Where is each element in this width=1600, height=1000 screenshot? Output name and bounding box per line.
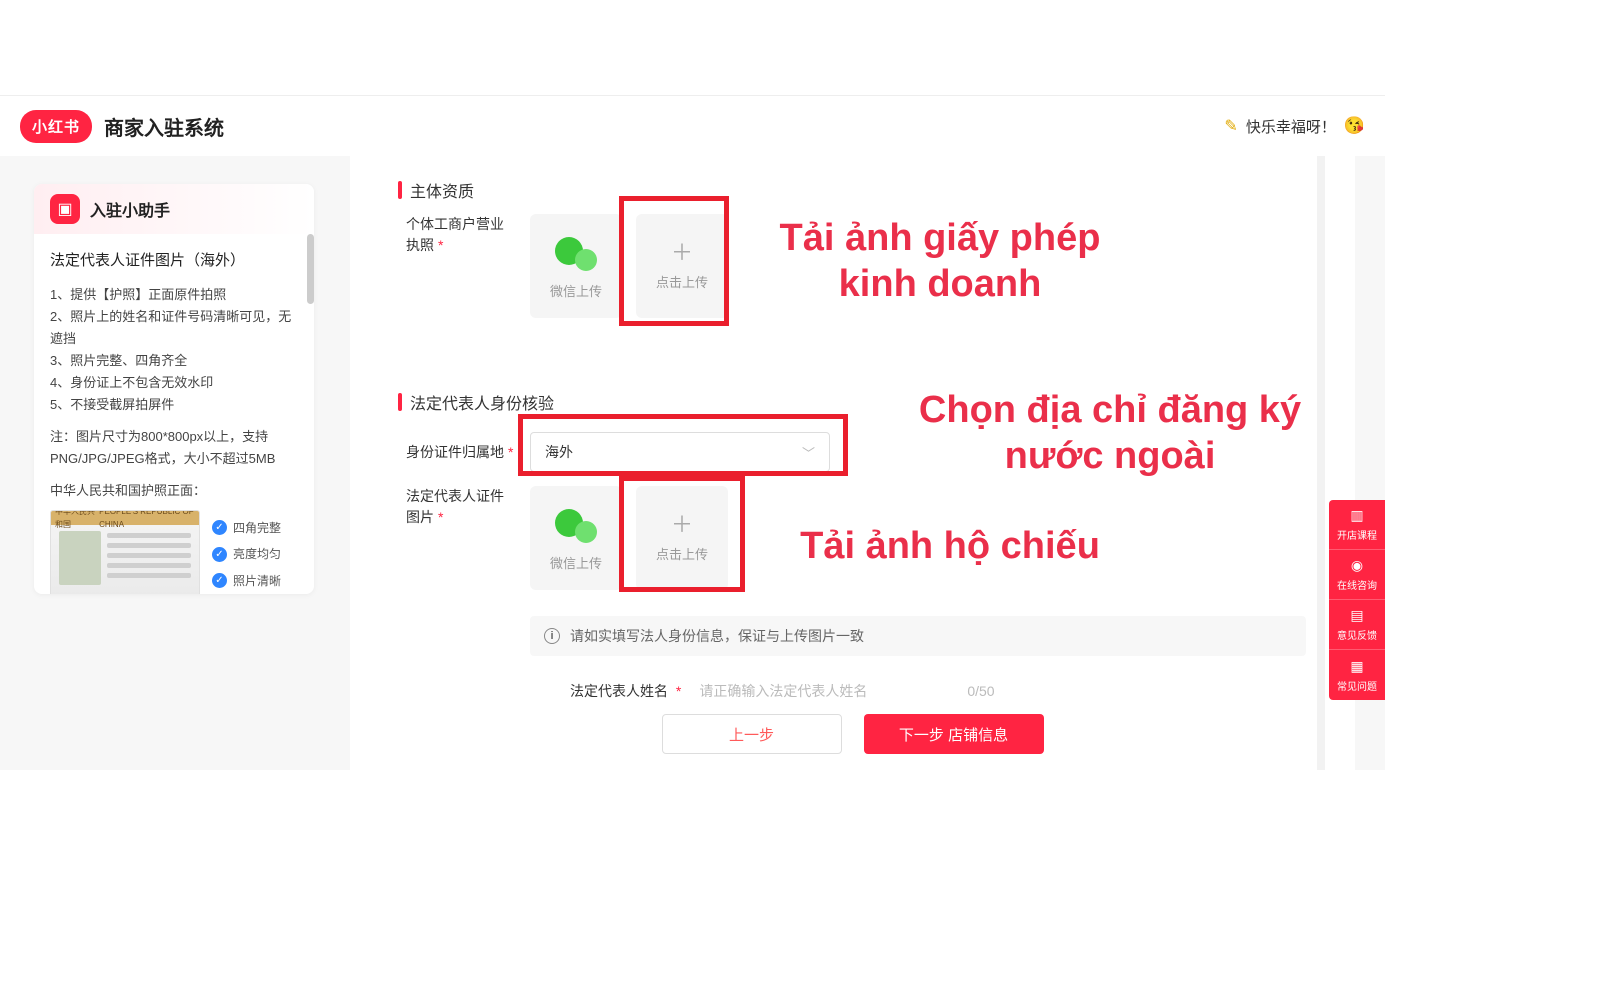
user-avatar-emoji-icon: 😘 [1344, 116, 1365, 136]
wechat-upload-label: 微信上传 [550, 281, 602, 300]
annotation-box-passport-upload [619, 476, 745, 592]
tip-item: 3、照片完整、四角齐全 [50, 350, 298, 372]
side-item-consult[interactable]: ◉在线咨询 [1329, 550, 1385, 600]
assistant-section-title: 法定代表人证件图片（海外） [50, 248, 298, 274]
headset-icon: ◉ [1351, 557, 1363, 574]
tip-item: 4、身份证上不包含无效水印 [50, 372, 298, 394]
check-icon: ✓ [212, 547, 227, 562]
info-icon: i [544, 628, 560, 644]
assistant-header: ▣ 入驻小助手 [34, 184, 314, 234]
assistant-body: 法定代表人证件图片（海外） 1、提供【护照】正面原件拍照 2、照片上的姓名和证件… [34, 234, 314, 594]
assistant-sidebar: ▣ 入驻小助手 法定代表人证件图片（海外） 1、提供【护照】正面原件拍照 2、照… [34, 184, 314, 594]
wechat-icon [555, 233, 597, 273]
assistant-title: 入驻小助手 [90, 197, 170, 221]
header-user[interactable]: ✎ 快乐幸福呀！ 😘 [1224, 116, 1365, 137]
faq-icon: ▦ [1350, 658, 1363, 675]
section-identity-verification: 法定代表人身份核验 [398, 390, 554, 414]
info-banner-text: 请如实填写法人身份信息，保证与上传图片一致 [570, 626, 864, 646]
annotation-text-passport: Tải ảnh hộ chiếu [770, 524, 1130, 570]
wechat-upload-label: 微信上传 [550, 553, 602, 572]
side-item-courses[interactable]: ▥开店课程 [1329, 500, 1385, 550]
passport-caption: 中华人民共和国护照正面： [50, 480, 298, 502]
check-label: 四角完整 [233, 518, 281, 538]
check-label: 亮度均匀 [233, 544, 281, 564]
annotation-box-select-region [518, 414, 848, 476]
blank-topbar [0, 0, 1385, 96]
annotation-text-license: Tải ảnh giấy phép kinh doanh [760, 216, 1120, 307]
feedback-icon: ▤ [1350, 607, 1363, 624]
wechat-upload-box[interactable]: 微信上传 [530, 214, 622, 318]
tip-item: 1、提供【护照】正面原件拍照 [50, 284, 298, 306]
check-icon: ✓ [212, 573, 227, 588]
user-greeting: 快乐幸福呀！ [1246, 116, 1336, 137]
passport-checks: ✓ 四角完整 ✓ 亮度均匀 ✓ 照片清晰 [212, 518, 281, 591]
header-title: 商家入驻系统 [104, 112, 224, 141]
side-item-feedback[interactable]: ▤意见反馈 [1329, 600, 1385, 650]
tip-item: 5、不接受截屏拍屏件 [50, 394, 298, 416]
tip-item: 2、照片上的姓名和证件号码清晰可见，无遮挡 [50, 306, 298, 350]
logo-pill: 小红书 [20, 110, 92, 143]
input-rep-name[interactable]: 请正确输入法定代表人姓名 [699, 681, 949, 701]
rep-name-charcount: 0/50 [967, 683, 994, 699]
prev-button[interactable]: 上一步 [662, 714, 842, 754]
footer-buttons: 上一步 下一步 店铺信息 [350, 714, 1355, 754]
content-area: ▣ 入驻小助手 法定代表人证件图片（海外） 1、提供【护照】正面原件拍照 2、照… [0, 156, 1385, 770]
tip-note: 注：图片尺寸为800*800px以上，支持PNG/JPG/JPEG格式，大小不超… [50, 426, 298, 470]
label-id-region: 身份证件归属地* [406, 442, 516, 463]
label-rep-photo: 法定代表人证件图片* [406, 486, 516, 528]
info-banner: i 请如实填写法人身份信息，保证与上传图片一致 [530, 616, 1306, 656]
pencil-icon: ✎ [1224, 116, 1237, 136]
app-header: 小红书 商家入驻系统 ✎ 快乐幸福呀！ 😘 [0, 96, 1385, 156]
row-rep-name: 法定代表人姓名 * 请正确输入法定代表人姓名 0/50 [570, 681, 995, 701]
wechat-icon [555, 505, 597, 545]
side-item-faq[interactable]: ▦常见问题 [1329, 650, 1385, 700]
annotation-text-region: Chọn địa chỉ đăng ký nước ngoài [870, 388, 1350, 479]
floating-side-panel: ▥开店课程 ◉在线咨询 ▤意见反馈 ▦常见问题 [1329, 500, 1385, 700]
wechat-upload-box-2[interactable]: 微信上传 [530, 486, 622, 590]
label-business-license: 个体工商户营业执照* [406, 214, 516, 256]
next-button[interactable]: 下一步 店铺信息 [864, 714, 1044, 754]
annotation-box-license-upload [619, 196, 729, 326]
book-icon: ▥ [1350, 507, 1363, 524]
check-icon: ✓ [212, 520, 227, 535]
passport-sample-image: 中华人民共和国PEOPLE'S REPUBLIC OF CHINA [50, 510, 200, 594]
label-rep-name: 法定代表人姓名 * [570, 681, 681, 701]
section-entity-qualification: 主体资质 [398, 178, 474, 202]
assistant-icon: ▣ [50, 194, 80, 224]
check-label: 照片清晰 [233, 571, 281, 591]
sidebar-scrollbar[interactable] [307, 234, 314, 304]
